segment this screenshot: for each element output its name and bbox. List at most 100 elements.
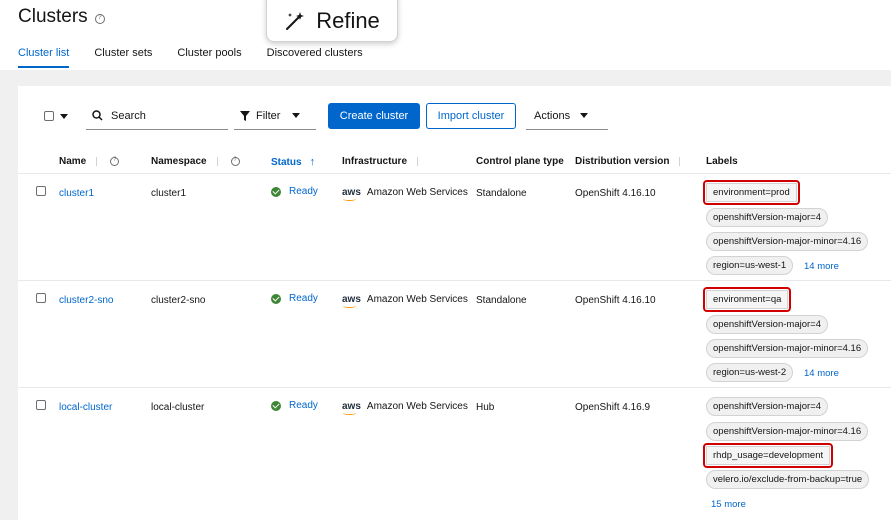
aws-logo-icon: aws: [342, 294, 361, 308]
column-header-control-plane[interactable]: Control plane type: [476, 156, 564, 167]
table-row: cluster1 cluster1 Ready aws Amazon Web S…: [18, 173, 891, 280]
toolbar: Search Filter Create cluster Import clus…: [36, 102, 608, 130]
column-header-status[interactable]: Status ↑: [271, 156, 315, 168]
tab-cluster-pools[interactable]: Cluster pools: [177, 47, 241, 68]
filter-dropdown[interactable]: Filter: [234, 102, 316, 130]
control-plane-cell: Standalone: [476, 295, 527, 306]
label-chip: environment=prod: [703, 180, 800, 205]
row-checkbox[interactable]: [36, 293, 46, 303]
chevron-down-icon: [580, 113, 589, 118]
label-chip: openshiftVersion-major=4: [706, 208, 828, 227]
status-label: Ready: [289, 400, 318, 411]
search-input[interactable]: Search: [86, 102, 228, 130]
aws-logo-icon: aws: [342, 401, 361, 415]
distribution-cell: OpenShift 4.16.10: [575, 295, 656, 306]
column-header-infrastructure[interactable]: Infrastructure: [342, 156, 421, 167]
filter-icon: [240, 110, 250, 121]
column-header-namespace-label: Namespace: [151, 156, 207, 167]
chevron-down-icon: [292, 113, 301, 118]
more-labels-link[interactable]: 14 more: [804, 368, 839, 379]
label-chip: rhdp_usage=development: [702, 443, 834, 468]
check-circle-icon: [271, 186, 281, 197]
tab-discovered-clusters[interactable]: Discovered clusters: [267, 47, 363, 68]
column-header-status-label: Status: [271, 156, 302, 168]
column-header-labels-label: Labels: [706, 156, 738, 167]
distribution-cell: OpenShift 4.16.9: [575, 402, 651, 413]
actions-dropdown[interactable]: Actions: [526, 102, 608, 130]
cluster-name-link[interactable]: cluster2-sno: [59, 295, 113, 306]
status-label: Ready: [289, 186, 318, 197]
status-cell[interactable]: Ready: [271, 186, 318, 197]
infrastructure-label: Amazon Web Services: [366, 187, 468, 198]
label-chip: openshiftVersion-major-minor=4.16: [706, 339, 869, 358]
help-icon[interactable]: [230, 157, 240, 166]
tab-cluster-list[interactable]: Cluster list: [18, 47, 70, 68]
label-chip: region=us-west-2: [706, 363, 794, 382]
page-title-text: Clusters: [18, 6, 88, 27]
help-icon[interactable]: [94, 14, 105, 24]
row-checkbox[interactable]: [36, 400, 46, 410]
tab-cluster-sets[interactable]: Cluster sets: [94, 47, 152, 68]
check-circle-icon: [271, 293, 281, 304]
status-cell[interactable]: Ready: [271, 293, 318, 304]
import-cluster-button[interactable]: Import cluster: [426, 103, 516, 129]
search-placeholder: Search: [111, 109, 146, 122]
more-labels-link[interactable]: 14 more: [804, 261, 839, 272]
tabs: Cluster list Cluster sets Cluster pools …: [18, 47, 388, 68]
search-icon: [92, 110, 103, 121]
cluster-name-link[interactable]: cluster1: [59, 188, 94, 199]
page-header: Clusters Cluster list Cluster sets Clust…: [0, 0, 891, 70]
label-chip: environment=qa: [702, 287, 792, 312]
column-header-distribution[interactable]: Distribution version: [575, 156, 683, 167]
filter-label: Filter: [256, 109, 281, 122]
bulk-select[interactable]: [36, 102, 76, 130]
sort-icon: [679, 157, 683, 166]
create-cluster-button[interactable]: Create cluster: [328, 103, 420, 129]
infrastructure-cell: aws Amazon Web Services: [342, 401, 468, 415]
column-header-name[interactable]: Name: [59, 156, 120, 167]
row-checkbox[interactable]: [36, 186, 46, 196]
bulk-select-checkbox[interactable]: [44, 111, 54, 121]
magic-wand-icon: [286, 12, 305, 30]
refine-button[interactable]: Refine: [266, 0, 398, 42]
actions-label: Actions: [534, 109, 571, 122]
distribution-cell: OpenShift 4.16.10: [575, 188, 656, 199]
help-icon[interactable]: [110, 157, 120, 166]
table-row: local-cluster local-cluster Ready aws Am…: [18, 387, 891, 520]
control-plane-cell: Hub: [476, 402, 495, 413]
infrastructure-label: Amazon Web Services: [366, 401, 468, 412]
label-chip: openshiftVersion-major=4: [706, 315, 828, 334]
status-cell[interactable]: Ready: [271, 400, 318, 411]
infrastructure-cell: aws Amazon Web Services: [342, 187, 468, 201]
label-chip: openshiftVersion-major=4: [706, 397, 828, 416]
more-labels-link[interactable]: 15 more: [711, 499, 746, 510]
sort-ascending-icon: ↑: [309, 156, 316, 168]
cluster-table-card: Search Filter Create cluster Import clus…: [18, 86, 891, 520]
sort-icon: [417, 157, 421, 166]
chevron-down-icon: [60, 113, 68, 119]
column-header-name-label: Name: [59, 156, 87, 167]
table-row: cluster2-sno cluster2-sno Ready aws Amaz…: [18, 280, 891, 387]
column-header-infrastructure-label: Infrastructure: [342, 156, 408, 167]
control-plane-cell: Standalone: [476, 188, 527, 199]
label-chip: openshiftVersion-major-minor=4.16: [706, 232, 869, 251]
namespace-cell: local-cluster: [151, 402, 205, 413]
sort-icon: [96, 157, 100, 166]
sort-icon: [216, 157, 221, 166]
label-chip: openshiftVersion-major-minor=4.16: [706, 422, 869, 441]
status-label: Ready: [289, 293, 318, 304]
aws-logo-icon: aws: [342, 187, 361, 201]
page-title: Clusters: [18, 6, 105, 28]
label-chip: region=us-west-1: [706, 256, 794, 275]
column-header-labels: Labels: [706, 156, 738, 167]
infrastructure-label: Amazon Web Services: [366, 294, 468, 305]
cluster-name-link[interactable]: local-cluster: [59, 402, 112, 413]
namespace-cell: cluster1: [151, 188, 187, 199]
infrastructure-cell: aws Amazon Web Services: [342, 294, 468, 308]
check-circle-icon: [271, 400, 281, 411]
column-header-distribution-label: Distribution version: [575, 156, 670, 167]
label-chip: velero.io/exclude-from-backup=true: [706, 470, 870, 489]
column-header-namespace[interactable]: Namespace: [151, 156, 240, 167]
column-header-control-plane-label: Control plane type: [476, 156, 564, 167]
refine-label: Refine: [316, 8, 380, 33]
